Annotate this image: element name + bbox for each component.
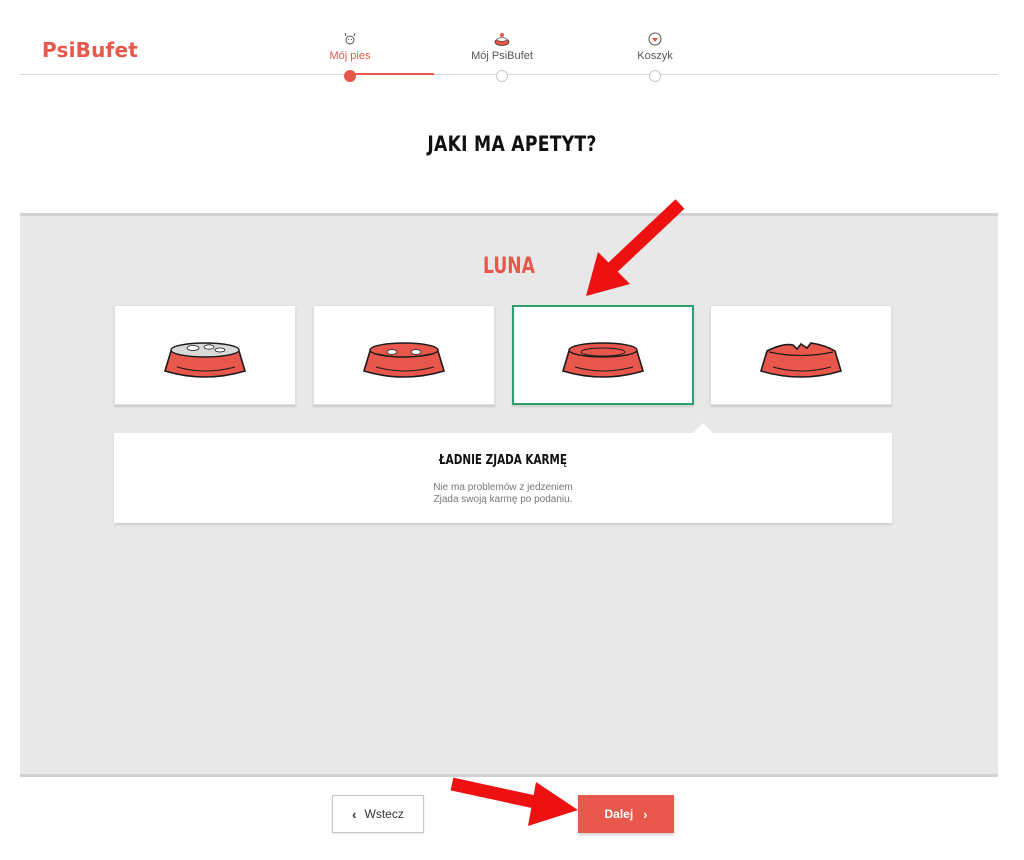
description-text: Nie ma problemów z jedzeniem Zjada swoją… — [114, 482, 892, 506]
chevron-right-icon: › — [643, 806, 648, 822]
description-line-2: Zjada swoją karmę po podaniu. — [433, 494, 573, 505]
half-full-bowl-icon — [363, 342, 445, 378]
annotation-arrow-icon — [450, 777, 578, 826]
question-title: JAKI MA APETYT? — [427, 132, 597, 156]
description-line-1: Nie ma problemów z jedzeniem — [433, 482, 573, 493]
dog-name: LUNA — [483, 254, 535, 279]
chewed-bowl-icon — [760, 342, 842, 378]
chevron-left-icon: ‹ — [352, 806, 357, 822]
options-panel: LUNA ŁADNIE ZJADA KARMĘ Nie ma problemów… — [20, 213, 998, 777]
dog-icon — [344, 32, 356, 45]
step-dot-1 — [344, 70, 356, 82]
empty-bowl-icon — [562, 342, 644, 378]
step-moj-psibufet[interactable]: Mój PsiBufet — [442, 30, 562, 62]
next-button-label: Dalej — [604, 807, 634, 821]
active-step-bar — [350, 73, 434, 75]
step-label: Koszyk — [637, 50, 673, 62]
option-full-bowl[interactable] — [114, 305, 296, 405]
step-moj-pies[interactable]: Mój pies — [290, 30, 410, 62]
next-button[interactable]: Dalej › — [578, 795, 674, 833]
description-pointer — [692, 423, 714, 434]
back-button[interactable]: ‹ Wstecz — [332, 795, 424, 833]
option-chewed-bowl[interactable] — [710, 305, 892, 405]
cart-icon — [648, 32, 662, 46]
step-dot-3 — [649, 70, 661, 82]
annotation-arrow-icon — [586, 199, 685, 296]
option-half-bowl[interactable] — [313, 305, 495, 405]
step-label: Mój PsiBufet — [471, 50, 533, 62]
step-dot-2 — [496, 70, 508, 82]
back-button-label: Wstecz — [364, 807, 404, 821]
step-label: Mój pies — [329, 50, 371, 62]
option-empty-bowl[interactable] — [512, 305, 694, 405]
option-description: ŁADNIE ZJADA KARMĘ Nie ma problemów z je… — [114, 423, 892, 523]
step-koszyk[interactable]: Koszyk — [595, 30, 715, 62]
full-bowl-icon — [164, 342, 246, 378]
description-title: ŁADNIE ZJADA KARMĘ — [439, 453, 567, 468]
progress-steps: Mój pies Mój PsiBufet Koszyk — [0, 0, 1024, 90]
bowl-icon — [494, 33, 510, 46]
